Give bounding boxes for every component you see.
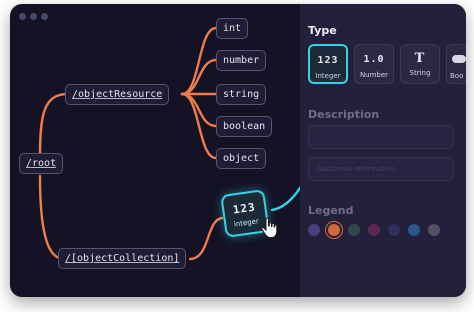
legend-color-swatch[interactable] [368, 224, 380, 236]
node-type-string[interactable]: string [216, 84, 267, 105]
type-option-boolean[interactable]: Boo [446, 44, 466, 84]
integer-glyph: 123 [232, 200, 257, 217]
type-option-label: Integer [315, 72, 341, 80]
node-root[interactable]: /root [19, 153, 64, 174]
description-input[interactable] [308, 125, 454, 149]
legend-color-swatch[interactable] [348, 224, 360, 236]
legend-color-swatch[interactable] [328, 224, 340, 236]
hand-cursor-icon [261, 217, 278, 239]
node-type-label: int [223, 23, 242, 34]
node-type-boolean[interactable]: boolean [216, 116, 273, 137]
legend-color-swatch[interactable] [408, 224, 420, 236]
node-type-label: boolean [223, 121, 266, 132]
legend-color-swatch[interactable] [428, 224, 440, 236]
legend-color-swatch[interactable] [388, 224, 400, 236]
type-option-integer[interactable]: 123 Integer [308, 44, 348, 84]
node-type-int[interactable]: int [216, 18, 249, 39]
description-extra-input[interactable]: Additional information [308, 157, 454, 181]
node-object-collection[interactable]: /[objectCollection] [58, 248, 187, 269]
type-option-string[interactable]: T String [400, 44, 440, 84]
node-type-object[interactable]: object [216, 148, 267, 169]
app-window: /root /objectResource /[objectCollection… [10, 4, 466, 297]
node-type-label: object [223, 153, 260, 164]
link-root-collection [38, 174, 66, 261]
type-option-label: Boo [450, 72, 464, 80]
node-type-label: string [223, 89, 260, 100]
type-heading: Type [308, 24, 337, 37]
node-root-label: /root [26, 158, 57, 169]
text-icon: T [414, 51, 426, 66]
node-type-label: number [223, 55, 260, 66]
node-type-number[interactable]: number [216, 50, 267, 71]
node-object-resource[interactable]: /objectResource [65, 84, 170, 105]
toggle-icon [447, 55, 466, 68]
properties-panel: Type 123 Integer 1.0 Number T String Boo… [300, 4, 466, 297]
type-option-label: Number [359, 71, 389, 79]
number-icon: 1.0 [363, 54, 385, 65]
type-option-number[interactable]: 1.0 Number [354, 44, 394, 84]
legend-color-swatch[interactable] [308, 224, 320, 236]
schema-canvas: /root /objectResource /[objectCollection… [10, 4, 340, 297]
node-object-collection-label: /[objectCollection] [65, 253, 180, 264]
legend-heading: Legend [308, 204, 354, 217]
link-root-resource [38, 92, 70, 158]
link-collection-integer [188, 216, 224, 261]
type-option-label: String [409, 69, 431, 77]
description-heading: Description [308, 108, 380, 121]
integer-icon: 123 [317, 55, 339, 66]
node-object-resource-label: /objectResource [72, 89, 163, 100]
